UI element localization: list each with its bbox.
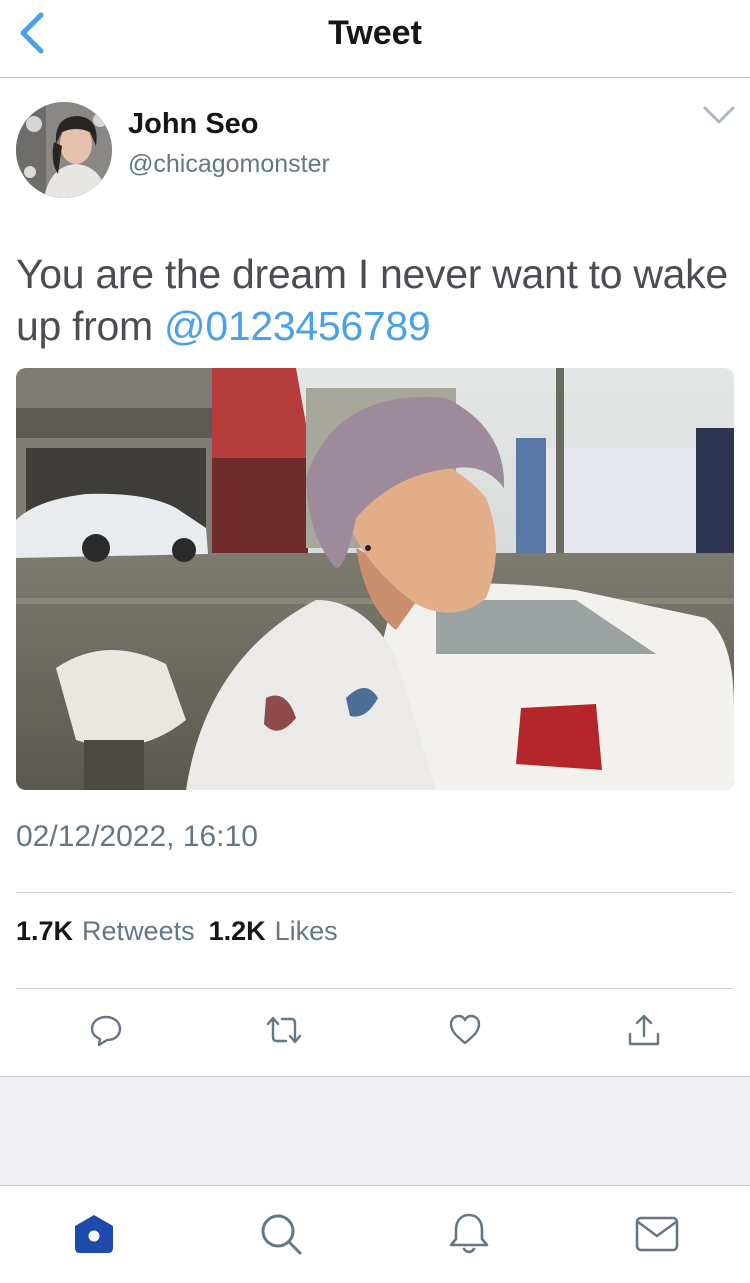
avatar[interactable] [16, 102, 112, 198]
share-button[interactable] [622, 1010, 666, 1054]
tweet-stats: 1.7K Retweets 1.2K Likes [16, 916, 352, 947]
retweet-button[interactable] [262, 1010, 306, 1054]
tab-home[interactable] [69, 1211, 119, 1261]
messages-icon [634, 1214, 680, 1259]
tweet-author: John Seo @chicagomonster [16, 102, 736, 198]
home-icon [71, 1212, 117, 1261]
tab-search[interactable] [256, 1211, 306, 1261]
notifications-icon [446, 1211, 492, 1262]
tweet-photo[interactable] [16, 368, 734, 790]
like-icon [448, 1013, 482, 1052]
top-nav-bar: Tweet [0, 0, 750, 78]
likes-label: Likes [274, 916, 338, 946]
divider [16, 988, 734, 989]
reply-icon [89, 1013, 123, 1052]
retweets-stat[interactable]: 1.7K Retweets [16, 916, 195, 947]
empty-area [0, 1076, 750, 1186]
mention-link[interactable]: @0123456789 [164, 303, 431, 349]
retweets-count: 1.7K [16, 916, 74, 946]
tweet-actions [0, 1010, 750, 1054]
retweets-label: Retweets [82, 916, 195, 946]
retweet-icon [264, 1013, 304, 1052]
likes-stat[interactable]: 1.2K Likes [209, 916, 338, 947]
like-button[interactable] [443, 1010, 487, 1054]
divider [16, 892, 734, 893]
author-handle[interactable]: @chicagomonster [128, 150, 330, 179]
page-title: Tweet [328, 14, 422, 52]
tab-messages[interactable] [632, 1211, 682, 1261]
search-icon [258, 1211, 304, 1262]
author-name[interactable]: John Seo [128, 108, 259, 141]
tweet-timestamp: 02/12/2022, 16:10 [16, 820, 258, 853]
chevron-down-icon [702, 106, 736, 130]
tab-bar [0, 1187, 750, 1283]
share-icon [626, 1012, 662, 1053]
likes-count: 1.2K [208, 916, 266, 946]
tweet-options-button[interactable] [702, 104, 736, 132]
reply-button[interactable] [84, 1010, 128, 1054]
tweet-text: You are the dream I never want to wake u… [16, 248, 736, 352]
tab-notifications[interactable] [444, 1211, 494, 1261]
